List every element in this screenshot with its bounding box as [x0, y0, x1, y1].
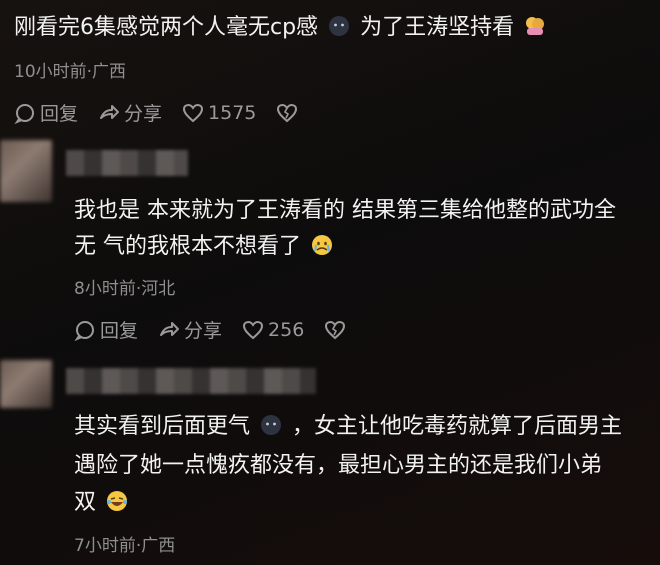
laughing-tears-emoji-icon	[107, 491, 128, 511]
share-icon	[160, 321, 180, 336]
comment-2-line2: 遇险了她一点愧疚都没有，最担心男主的还是我们小弟	[74, 453, 603, 478]
comment-1-actions: 回复 分享 256	[74, 316, 370, 343]
comment-1-dislike-button[interactable]	[324, 319, 350, 341]
like-count: 256	[268, 318, 305, 341]
post-meta: 10小时前·广西	[14, 62, 127, 82]
like-count: 1575	[208, 101, 257, 124]
post-like-button[interactable]: 1575	[182, 102, 256, 124]
heart-icon	[183, 103, 204, 122]
post-text-part2: 为了王涛坚持看	[360, 15, 515, 40]
share-icon	[100, 104, 120, 119]
comment-1-like-button[interactable]: 256	[242, 319, 304, 341]
reply-icon	[74, 320, 94, 341]
reply-label: 回复	[40, 103, 79, 125]
post-dislike-button[interactable]	[276, 102, 302, 124]
broken-heart-icon	[325, 320, 346, 339]
post-actions: 回复 分享 1575	[14, 99, 322, 126]
comment-2-line3: 双	[74, 488, 131, 519]
dark-face-emoji-icon	[329, 16, 350, 36]
commenter-name[interactable]	[66, 150, 188, 176]
dark-face-emoji-icon	[261, 415, 282, 435]
comment-1-reply-button[interactable]: 回复	[74, 316, 138, 343]
comment-2-line1-part1: 其实看到后面更气	[74, 414, 251, 439]
reply-icon	[14, 103, 34, 124]
hug-emoji-icon	[526, 17, 545, 35]
avatar[interactable]	[0, 140, 52, 202]
comment-2-meta: 7小时前·广西	[74, 536, 176, 556]
comment-2-line1: 其实看到后面更气 ，女主让他吃毒药就算了后面男主	[74, 412, 622, 443]
comment-2-line3-text: 双	[74, 490, 97, 515]
heart-icon	[243, 320, 264, 339]
post-share-button[interactable]: 分享	[98, 99, 162, 126]
post-text: 刚看完6集感觉两个人毫无cp感 为了王涛坚持看	[14, 13, 549, 44]
share-label: 分享	[124, 103, 163, 125]
broken-heart-icon	[277, 103, 298, 122]
comment-1-line2-text: 无 气的我根本不想看了	[74, 234, 301, 259]
comment-1-line2: 无 气的我根本不想看了	[74, 232, 336, 263]
comment-1-line1: 我也是 本来就为了王涛看的 结果第三集给他整的武功全	[74, 198, 616, 223]
commenter-name[interactable]	[66, 368, 316, 394]
avatar[interactable]	[0, 360, 52, 408]
post-reply-button[interactable]: 回复	[14, 99, 78, 126]
share-label: 分享	[184, 320, 223, 342]
post-text-part1: 刚看完6集感觉两个人毫无cp感	[14, 15, 319, 40]
comment-2-line1-part2: ，女主让他吃毒药就算了后面男主	[292, 414, 623, 439]
reply-label: 回复	[100, 320, 139, 342]
crying-face-emoji-icon	[312, 235, 332, 255]
comment-1-meta: 8小时前·河北	[74, 279, 176, 299]
comment-1-share-button[interactable]: 分享	[158, 316, 222, 343]
